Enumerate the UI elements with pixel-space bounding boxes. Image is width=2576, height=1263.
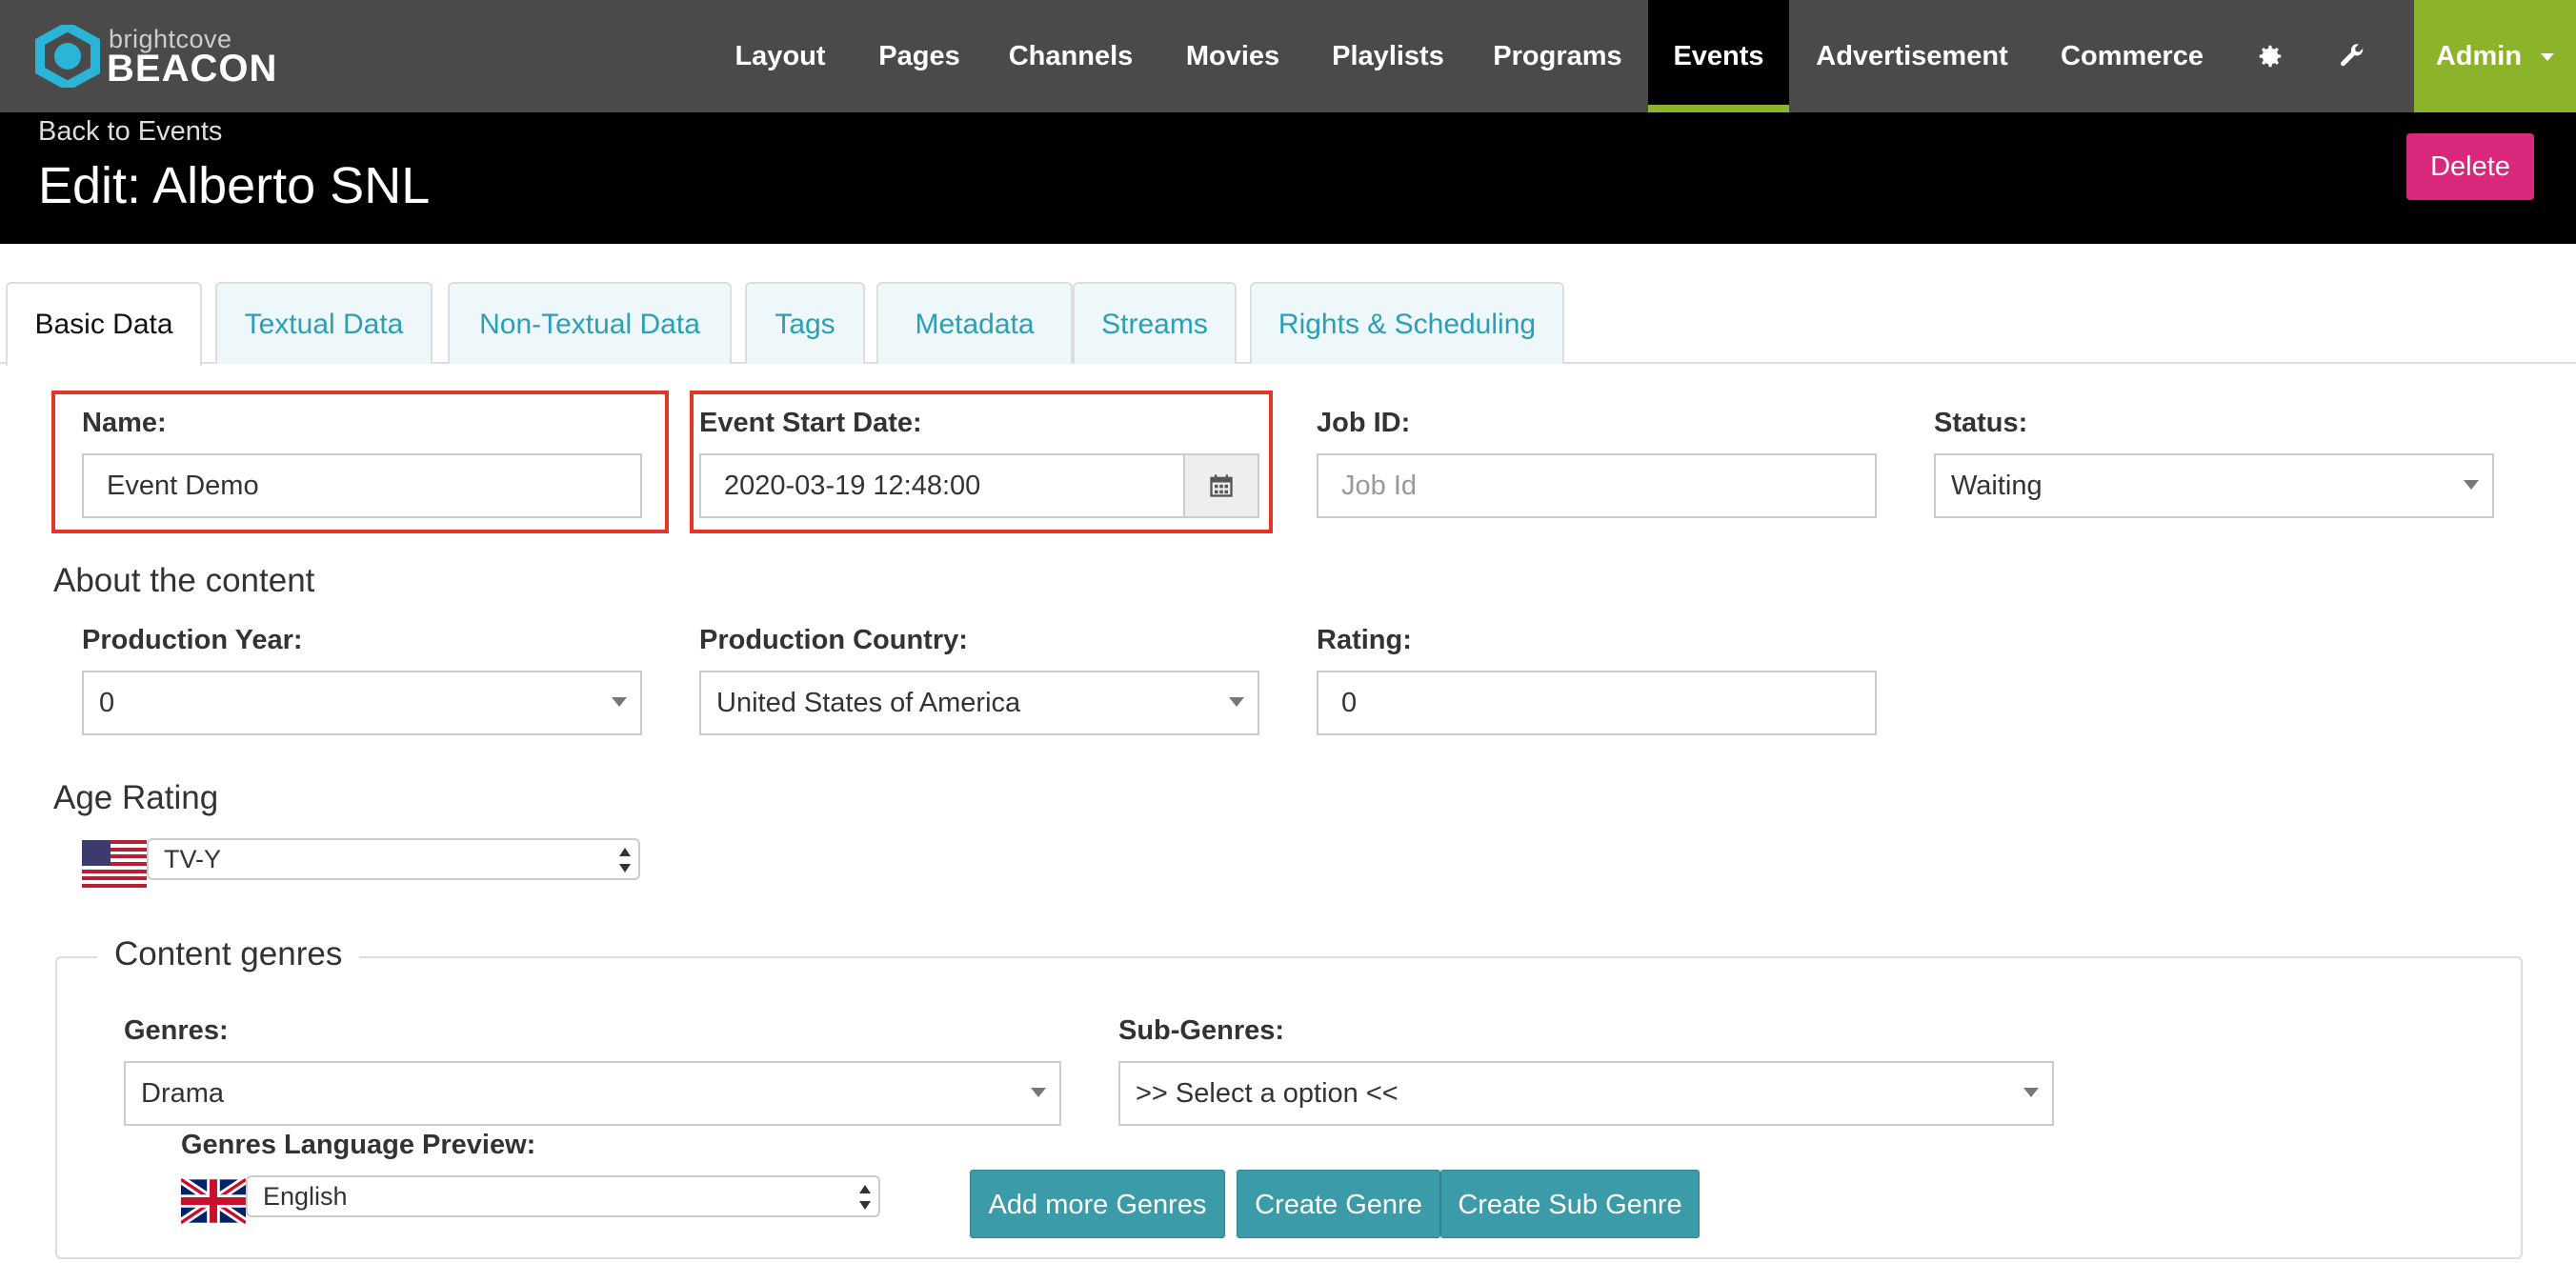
- page-header: Back to Events Edit: Alberto SNL Delete: [0, 112, 2576, 244]
- production-year-label: Production Year:: [82, 625, 303, 655]
- nav-item-channels[interactable]: Channels: [996, 0, 1145, 112]
- uk-flag-icon: [181, 1177, 246, 1225]
- name-input[interactable]: Event Demo: [82, 453, 642, 518]
- tab-metadata[interactable]: Metadata: [876, 282, 1073, 364]
- tab-streams[interactable]: Streams: [1073, 282, 1237, 364]
- tab-non-textual-data[interactable]: Non-Textual Data: [448, 282, 732, 364]
- genres-language-select[interactable]: English: [246, 1175, 880, 1217]
- subgenres-label: Sub-Genres:: [1118, 1015, 1285, 1046]
- beacon-logo-icon: [35, 25, 100, 88]
- about-content-title: About the content: [53, 562, 315, 599]
- genres-select[interactable]: Drama: [124, 1061, 1061, 1126]
- chevron-down-icon: [612, 697, 627, 707]
- updown-arrows-icon: [619, 848, 631, 872]
- tab-tags[interactable]: Tags: [745, 282, 865, 364]
- chevron-down-icon: [1031, 1088, 1046, 1097]
- create-genre-button[interactable]: Create Genre: [1237, 1170, 1440, 1238]
- genres-language-value: English: [263, 1182, 348, 1211]
- job-id-placeholder: Job Id: [1341, 471, 1417, 501]
- start-date-input[interactable]: 2020-03-19 12:48:00: [699, 453, 1185, 518]
- tab-rights-scheduling[interactable]: Rights & Scheduling: [1250, 282, 1564, 364]
- genres-language-label: Genres Language Preview:: [181, 1130, 536, 1160]
- nav-item-movies[interactable]: Movies: [1166, 0, 1299, 112]
- brand-logo[interactable]: brightcove BEACON: [34, 25, 282, 90]
- wrench-icon[interactable]: [2338, 42, 2366, 70]
- page-title: Edit: Alberto SNL: [38, 157, 431, 214]
- start-date-label: Event Start Date:: [699, 408, 922, 438]
- production-year-value: 0: [99, 688, 115, 718]
- genres-label: Genres:: [124, 1015, 229, 1046]
- nav-item-commerce[interactable]: Commerce: [2046, 0, 2218, 112]
- subgenres-select[interactable]: >> Select a option <<: [1118, 1061, 2054, 1126]
- nav-item-pages[interactable]: Pages: [863, 0, 976, 112]
- production-year-select[interactable]: 0: [82, 671, 642, 735]
- back-to-events-link[interactable]: Back to Events: [38, 116, 222, 148]
- content-genres-legend: Content genres: [97, 935, 360, 973]
- nav-item-playlists[interactable]: Playlists: [1320, 0, 1456, 112]
- tab-basic-data[interactable]: Basic Data: [6, 282, 202, 366]
- tab-textual-data[interactable]: Textual Data: [215, 282, 433, 364]
- subgenres-value: >> Select a option <<: [1136, 1078, 1399, 1109]
- age-rating-value: TV-Y: [164, 845, 222, 873]
- age-rating-title: Age Rating: [53, 779, 219, 816]
- chevron-down-icon: [2023, 1088, 2039, 1097]
- chevron-down-icon: [2541, 53, 2555, 62]
- age-rating-select[interactable]: TV-Y: [147, 838, 640, 880]
- chevron-down-icon: [1229, 697, 1244, 707]
- top-nav: brightcove BEACON Layout Pages Channels …: [0, 0, 2576, 112]
- nav-item-events[interactable]: Events: [1648, 0, 1789, 112]
- brand-big-text: BEACON: [107, 48, 278, 90]
- production-country-select[interactable]: United States of America: [699, 671, 1259, 735]
- job-id-input[interactable]: Job Id: [1317, 453, 1877, 518]
- job-id-label: Job ID:: [1317, 408, 1411, 438]
- status-value: Waiting: [1951, 471, 2043, 501]
- updown-arrows-icon: [859, 1185, 871, 1210]
- calendar-icon: [1210, 474, 1233, 497]
- name-label: Name:: [82, 408, 167, 438]
- status-label: Status:: [1934, 408, 2028, 438]
- gear-icon[interactable]: [2256, 42, 2284, 70]
- chevron-down-icon: [2464, 480, 2479, 490]
- nav-item-programs[interactable]: Programs: [1477, 0, 1639, 112]
- rating-input[interactable]: 0: [1317, 671, 1877, 735]
- rating-label: Rating:: [1317, 625, 1412, 655]
- status-select[interactable]: Waiting: [1934, 453, 2494, 518]
- create-sub-genre-button[interactable]: Create Sub Genre: [1440, 1170, 1700, 1238]
- admin-label: Admin: [2435, 41, 2523, 71]
- delete-button[interactable]: Delete: [2406, 133, 2534, 200]
- nav-item-advertisement[interactable]: Advertisement: [1804, 0, 2020, 112]
- admin-menu[interactable]: Admin: [2414, 0, 2576, 112]
- production-country-value: United States of America: [716, 688, 1021, 718]
- nav-item-layout[interactable]: Layout: [716, 0, 844, 112]
- genres-value: Drama: [141, 1078, 225, 1109]
- us-flag-icon: [82, 840, 147, 888]
- production-country-label: Production Country:: [699, 625, 968, 655]
- calendar-button[interactable]: [1183, 453, 1259, 518]
- add-more-genres-button[interactable]: Add more Genres: [970, 1170, 1225, 1238]
